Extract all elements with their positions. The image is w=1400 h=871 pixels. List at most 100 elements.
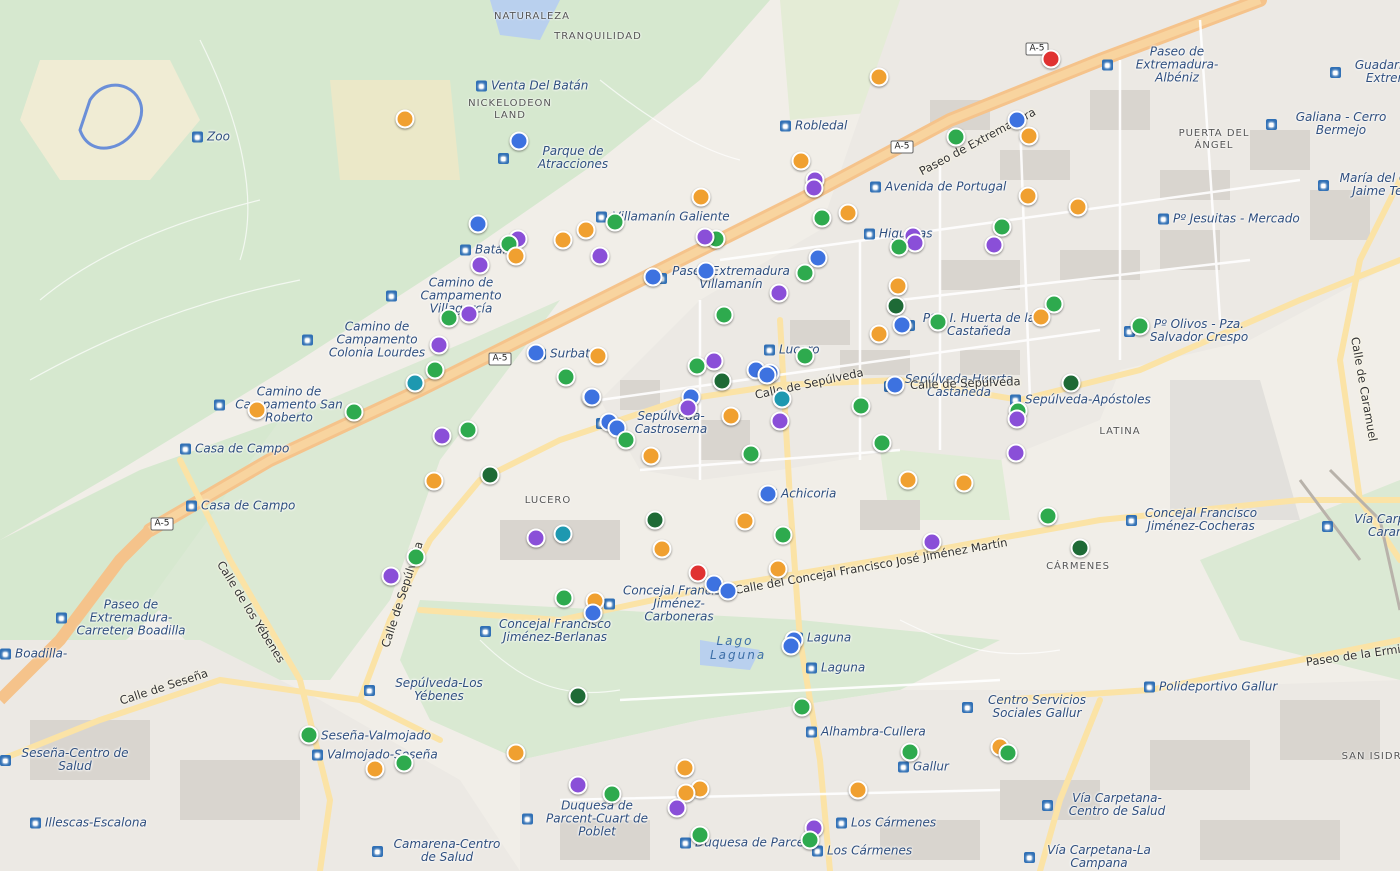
map-marker-green[interactable] xyxy=(998,743,1018,763)
map-marker-green[interactable] xyxy=(889,237,909,257)
bus-stop-label[interactable]: ▪ Gallur xyxy=(898,760,949,774)
map-marker-purple[interactable] xyxy=(667,798,687,818)
map-marker-green[interactable] xyxy=(605,212,625,232)
map-marker-blue[interactable] xyxy=(718,581,738,601)
map-marker-purple[interactable] xyxy=(770,411,790,431)
map-marker-darkgreen[interactable] xyxy=(712,371,732,391)
bus-stop-label[interactable]: ▪ Camarena-Centro de Salud xyxy=(372,838,507,864)
map-marker-orange[interactable] xyxy=(691,187,711,207)
map-marker-green[interactable] xyxy=(1130,316,1150,336)
bus-stop-label[interactable]: ▪ Paseo de Extremadura-Albéniz xyxy=(1102,45,1237,85)
map-marker-green[interactable] xyxy=(687,356,707,376)
map-marker-green[interactable] xyxy=(773,525,793,545)
map-marker-green[interactable] xyxy=(800,830,820,850)
map-marker-green[interactable] xyxy=(1038,506,1058,526)
bus-stop-label[interactable]: ▪ Venta Del Batán xyxy=(476,79,588,93)
map-marker-purple[interactable] xyxy=(905,233,925,253)
map-marker-orange[interactable] xyxy=(721,406,741,426)
map-marker-orange[interactable] xyxy=(675,758,695,778)
map-marker-green[interactable] xyxy=(394,753,414,773)
map-marker-blue[interactable] xyxy=(582,387,602,407)
map-marker-green[interactable] xyxy=(458,420,478,440)
map-marker-blue[interactable] xyxy=(468,214,488,234)
map-marker-orange[interactable] xyxy=(506,246,526,266)
map-marker-orange[interactable] xyxy=(506,743,526,763)
map-marker-orange[interactable] xyxy=(838,203,858,223)
map-marker-green[interactable] xyxy=(554,588,574,608)
map-marker-orange[interactable] xyxy=(791,151,811,171)
bus-stop-label[interactable]: ▪ Avenida de Portugal xyxy=(870,180,1006,194)
map-marker-purple[interactable] xyxy=(459,304,479,324)
bus-stop-label[interactable]: ▪ Laguna xyxy=(806,661,865,675)
map-marker-green[interactable] xyxy=(992,217,1012,237)
map-marker-green[interactable] xyxy=(928,312,948,332)
map-marker-orange[interactable] xyxy=(395,109,415,129)
map-marker-green[interactable] xyxy=(812,208,832,228)
map-marker-darkgreen[interactable] xyxy=(1070,538,1090,558)
bus-stop-label[interactable]: ▪Seseña-Valmojado xyxy=(306,729,431,743)
map-marker-green[interactable] xyxy=(851,396,871,416)
map-marker-blue[interactable] xyxy=(781,636,801,656)
map-marker-green[interactable] xyxy=(425,360,445,380)
map-marker-blue[interactable] xyxy=(885,375,905,395)
map-view[interactable]: ▪ Venta Del Batán ▪ Zoo ▪ Parque de Atraccion… xyxy=(0,0,1400,871)
map-marker-teal[interactable] xyxy=(405,373,425,393)
bus-stop-label[interactable]: ▪ Seseña-Centro de Salud xyxy=(0,747,135,773)
bus-stop-label[interactable]: ▪ Pº Jesuitas - Mercado xyxy=(1158,212,1300,226)
map-marker-blue[interactable] xyxy=(583,603,603,623)
map-marker-teal[interactable] xyxy=(772,389,792,409)
map-marker-blue[interactable] xyxy=(526,343,546,363)
map-marker-blue[interactable] xyxy=(643,267,663,287)
bus-stop-label[interactable]: ▪ Camino de Campamento Colonia Lourdes xyxy=(302,320,437,360)
bus-stop-label[interactable]: ▪ Concejal Francisco Jiménez-Cocheras xyxy=(1126,507,1261,533)
map-marker-orange[interactable] xyxy=(898,470,918,490)
map-marker-orange[interactable] xyxy=(588,346,608,366)
map-marker-green[interactable] xyxy=(795,263,815,283)
map-marker-blue[interactable] xyxy=(758,484,778,504)
bus-stop-label[interactable]: ▪ Sepúlveda-Los Yébenes xyxy=(364,677,499,703)
map-marker-teal[interactable] xyxy=(553,524,573,544)
map-marker-orange[interactable] xyxy=(365,759,385,779)
map-marker-orange[interactable] xyxy=(848,780,868,800)
map-marker-red[interactable] xyxy=(1041,49,1061,69)
bus-stop-label[interactable]: ▪ Vía Carpetana-La Campana xyxy=(1024,844,1159,870)
map-marker-green[interactable] xyxy=(616,430,636,450)
map-marker-orange[interactable] xyxy=(768,559,788,579)
map-marker-purple[interactable] xyxy=(678,398,698,418)
map-marker-orange[interactable] xyxy=(1031,307,1051,327)
map-marker-green[interactable] xyxy=(299,725,319,745)
bus-stop-label[interactable]: ▪ Paseo de Extremadura-Carretera Boadilla xyxy=(56,598,191,638)
map-marker-green[interactable] xyxy=(690,825,710,845)
map-marker-green[interactable] xyxy=(406,547,426,567)
map-marker-green[interactable] xyxy=(872,433,892,453)
map-marker-purple[interactable] xyxy=(704,351,724,371)
bus-stop-label[interactable]: ▪ Duquesa de Parcent-Cuart de Poblet xyxy=(522,799,657,839)
bus-stop-label[interactable]: ▪ Vía Carpetana Caramuel xyxy=(1322,513,1400,539)
map-marker-blue[interactable] xyxy=(892,315,912,335)
map-marker-green[interactable] xyxy=(556,367,576,387)
map-marker-purple[interactable] xyxy=(590,246,610,266)
bus-stop-label[interactable]: ▪ María del Carmen Jaime Tercero xyxy=(1318,172,1400,198)
map-marker-orange[interactable] xyxy=(247,400,267,420)
map-marker-orange[interactable] xyxy=(1068,197,1088,217)
bus-stop-label[interactable]: ▪ Polideportivo Gallur xyxy=(1144,680,1277,694)
map-marker-purple[interactable] xyxy=(804,178,824,198)
map-marker-purple[interactable] xyxy=(526,528,546,548)
bus-stop-label[interactable]: ▪ Illescas-Escalona xyxy=(30,816,147,830)
map-marker-darkgreen[interactable] xyxy=(1061,373,1081,393)
bus-stop-label[interactable]: ▪ Galiana - Cerro Bermejo xyxy=(1266,111,1400,137)
map-marker-blue[interactable] xyxy=(696,261,716,281)
bus-stop-label[interactable]: ▪ Robledal xyxy=(780,119,847,133)
map-marker-purple[interactable] xyxy=(695,227,715,247)
map-marker-purple[interactable] xyxy=(432,426,452,446)
map-marker-purple[interactable] xyxy=(769,283,789,303)
map-marker-purple[interactable] xyxy=(470,255,490,275)
map-marker-purple[interactable] xyxy=(1006,443,1026,463)
map-marker-blue[interactable] xyxy=(757,365,777,385)
bus-stop-label[interactable]: ▪ Camino de Campamento San Roberto xyxy=(214,385,349,425)
map-marker-purple[interactable] xyxy=(381,566,401,586)
bus-stop-label[interactable]: ▪Pºs. I. Huerta de la Castañeda xyxy=(904,312,1039,338)
map-marker-blue[interactable] xyxy=(509,131,529,151)
bus-stop-label[interactable]: ▪ Los Cármenes xyxy=(812,844,912,858)
map-marker-orange[interactable] xyxy=(735,511,755,531)
